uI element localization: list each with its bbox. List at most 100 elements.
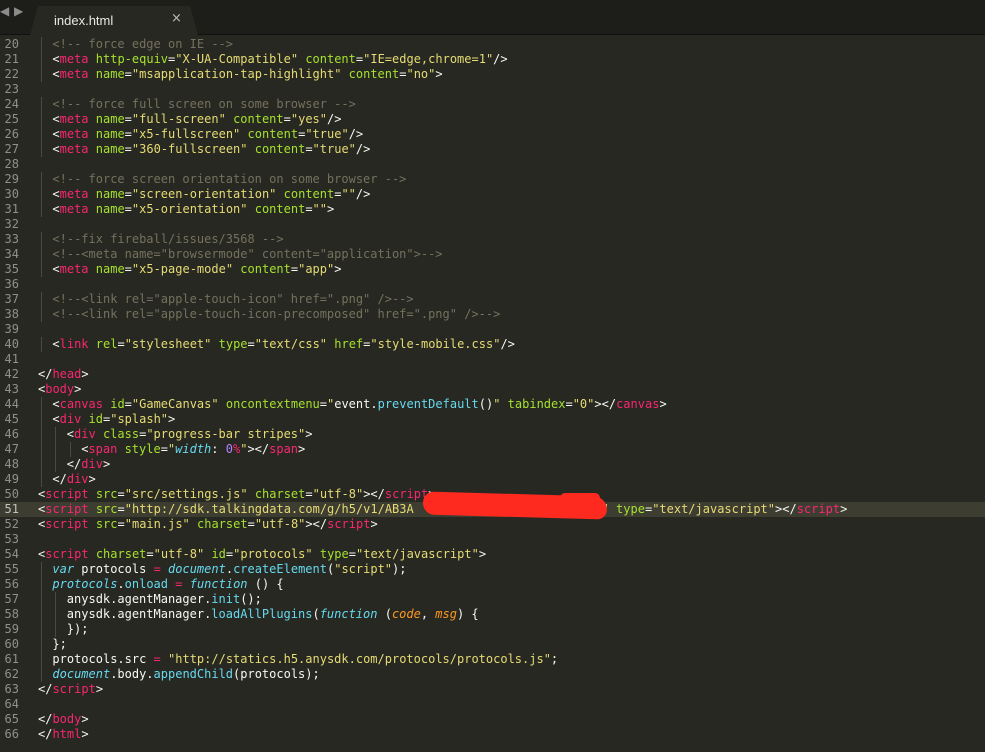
code-line[interactable]: 23 xyxy=(0,82,985,97)
code-line[interactable]: 46 <div class="progress-bar stripes"> xyxy=(0,427,985,442)
code-line[interactable]: 40 <link rel="stylesheet" type="text/css"… xyxy=(0,337,985,352)
code-token: <!--<link rel="apple-touch-icon-precompo… xyxy=(52,307,501,321)
code-line[interactable]: 63 </script> xyxy=(0,682,985,697)
code-line[interactable]: 20 <!-- force edge on IE --> xyxy=(0,37,985,52)
code-line[interactable]: 42 </head> xyxy=(0,367,985,382)
code-line[interactable]: 57 anysdk.agentManager.init(); xyxy=(0,592,985,607)
code-line[interactable]: 34 <!--<meta name="browsermode" content="… xyxy=(0,247,985,262)
code-line[interactable]: 55 var protocols = document.createElement… xyxy=(0,562,985,577)
code-token: meta xyxy=(59,142,89,156)
triangle-left-icon[interactable]: ◀ xyxy=(0,4,9,18)
code-line[interactable]: 36 xyxy=(0,277,985,292)
code-text: anysdk.agentManager.loadAllPlugins(funct… xyxy=(67,607,479,622)
code-token: "src/settings.js" xyxy=(124,487,248,501)
code-line[interactable]: 48 </div> xyxy=(0,457,985,472)
code-line[interactable]: 64 xyxy=(0,697,985,712)
line-number: 65 xyxy=(4,712,19,726)
code-line[interactable]: 24 <!-- force full screen on some browser… xyxy=(0,97,985,112)
code-token: script xyxy=(45,487,89,501)
code-token: content xyxy=(305,52,356,66)
line-number: 36 xyxy=(4,277,19,291)
code-token: meta xyxy=(59,187,89,201)
code-line[interactable]: 66 </html> xyxy=(0,727,985,742)
code-token: "x5-orientation" xyxy=(131,202,248,216)
indent-guide xyxy=(41,292,42,307)
code-token: onload xyxy=(124,577,169,591)
code-line[interactable]: 53 xyxy=(0,532,985,547)
code-line[interactable]: 60}; xyxy=(0,637,985,652)
code-token: /> xyxy=(500,337,515,351)
close-icon[interactable]: × xyxy=(171,11,182,26)
code-line[interactable]: 21 <meta http-equiv="X-UA-Compatible" con… xyxy=(0,52,985,67)
code-token: div xyxy=(81,457,103,471)
code-line[interactable]: 58 anysdk.agentManager.loadAllPlugins(fun… xyxy=(0,607,985,622)
code-line[interactable]: 33 <!--fix fireball/issues/3568 --> xyxy=(0,232,985,247)
code-line[interactable]: 52 <script src="main.js" charset="utf-8">… xyxy=(0,517,985,532)
code-line[interactable]: 32 xyxy=(0,217,985,232)
code-token: </ xyxy=(38,682,53,696)
indent-guide xyxy=(69,442,71,457)
code-line[interactable]: 27 <meta name="360-fullscreen" content="t… xyxy=(0,142,985,157)
code-text: <meta name="screen-orientation" content=… xyxy=(52,187,370,202)
code-line[interactable]: 31 <meta name="x5-orientation" content=""… xyxy=(0,202,985,217)
code-token: span xyxy=(88,442,118,456)
code-line[interactable]: 44 <canvas id="GameCanvas" oncontextmenu=… xyxy=(0,397,985,412)
code-token: tabindex xyxy=(507,397,566,411)
code-line[interactable]: 56 protocols.onload = function () { xyxy=(0,577,985,592)
code-token: <!-- force screen orientation on some br… xyxy=(52,172,407,186)
indent-guide xyxy=(41,397,42,412)
code-line[interactable]: 30 <meta name="screen-orientation" conten… xyxy=(0,187,985,202)
triangle-right-icon[interactable]: ▶ xyxy=(14,4,23,18)
code-token: = xyxy=(117,517,125,531)
code-token: "protocols" xyxy=(233,547,313,561)
code-line[interactable]: 61 protocols.src = "http://statics.h5.any… xyxy=(0,652,985,667)
code-token: <!--fix fireball/issues/3568 --> xyxy=(52,232,284,246)
code-editor[interactable]: 20 <!-- force edge on IE --> 21 <meta http-… xyxy=(0,35,985,752)
code-line[interactable]: 29 <!-- force screen orientation on some … xyxy=(0,172,985,187)
code-line[interactable]: 59}); xyxy=(0,622,985,637)
code-line[interactable]: 62 document.body.appendChild(protocols); xyxy=(0,667,985,682)
code-line[interactable]: 26 <meta name="x5-fullscreen" content="tr… xyxy=(0,127,985,142)
code-token: /> xyxy=(348,127,364,141)
code-token: charset xyxy=(197,517,248,531)
code-line[interactable]: 43 <body> xyxy=(0,382,985,397)
code-token: </ xyxy=(52,472,67,486)
code-line[interactable]: 47 <span style="width: 0%"></span> xyxy=(0,442,985,457)
code-text: </head> xyxy=(38,367,89,382)
code-token: "msapplication-tap-highlight" xyxy=(131,67,342,81)
code-token: name xyxy=(95,67,125,81)
code-line[interactable]: 65 </body> xyxy=(0,712,985,727)
code-line[interactable]: 22 <meta name="msapplication-tap-highligh… xyxy=(0,67,985,82)
code-line[interactable]: 49 </div> xyxy=(0,472,985,487)
code-token: meta xyxy=(59,127,89,141)
code-token: canvas xyxy=(59,397,103,411)
code-token: id xyxy=(211,547,226,561)
code-line[interactable]: 35 <meta name="x5-page-mode" content="app… xyxy=(0,262,985,277)
code-line[interactable]: 28 xyxy=(0,157,985,172)
tab-index-html[interactable]: index.html × xyxy=(30,6,198,35)
code-line[interactable]: 39 xyxy=(0,322,985,337)
code-token: > xyxy=(74,382,82,396)
line-number: 22 xyxy=(4,67,19,81)
code-token: > xyxy=(478,547,487,561)
code-line[interactable]: 25 <meta name="full-screen" content="yes"… xyxy=(0,112,985,127)
line-number: 50 xyxy=(4,487,19,501)
code-line[interactable]: 41 xyxy=(0,352,985,367)
indent-guide xyxy=(41,127,42,142)
code-token: charset xyxy=(254,487,306,501)
code-line[interactable]: 45 <div id="splash"> xyxy=(0,412,985,427)
code-token: var xyxy=(52,562,75,576)
indent-guide xyxy=(41,37,42,52)
code-token: > xyxy=(659,397,667,411)
code-line[interactable]: 38 <!--<link rel="apple-touch-icon-precom… xyxy=(0,307,985,322)
code-line[interactable]: 54 <script charset="utf-8" id="protocols"… xyxy=(0,547,985,562)
code-line[interactable]: 37 <!--<link rel="apple-touch-icon" href=… xyxy=(0,292,985,307)
code-token: protocols.src xyxy=(52,652,154,666)
